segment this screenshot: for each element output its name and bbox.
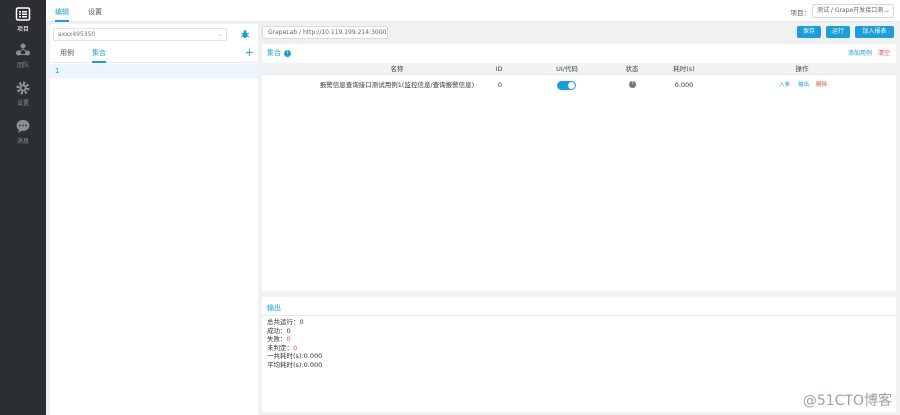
case-name-cell: 报警信息查询接口测试用例1(监控信息/查询报警信息) <box>319 81 475 89</box>
output-label: 一共耗时(s): <box>267 352 304 361</box>
tab-cases[interactable]: 用例 <box>60 48 74 63</box>
column-header-actions: 操作 <box>795 65 809 73</box>
add-report-button[interactable]: 加入报表 <box>855 26 894 38</box>
project-list-icon <box>15 7 31 21</box>
add-collection-button[interactable]: + <box>245 46 254 60</box>
environment-select[interactable]: GrapeLab / http://10.119.199.214:3000 ⌄ <box>262 26 388 39</box>
environment-select-value: GrapeLab / http://10.119.199.214:3000 <box>268 29 387 36</box>
divider <box>262 315 896 316</box>
sidebar: 项目 团队 设置 消息 <box>0 0 46 415</box>
output-label: 平均耗时(s): <box>267 360 304 369</box>
output-label: 失败： <box>267 335 287 344</box>
app-root: 项目 团队 设置 消息 编辑 设置 项目： 测试 / Grape开发接口测...… <box>0 0 900 415</box>
list-item[interactable]: 1 <box>50 64 258 78</box>
project-select[interactable]: 测试 / Grape开发接口测... ⌄ <box>812 4 894 18</box>
input-params-link[interactable]: 入参 <box>779 77 790 93</box>
ui-code-toggle[interactable] <box>557 81 576 90</box>
column-header-time: 耗时(s) <box>673 65 695 73</box>
output-value: 0 <box>293 343 298 352</box>
column-header-name: 名称 <box>390 65 404 73</box>
output-value: 0 <box>286 326 291 335</box>
info-icon[interactable]: i <box>284 49 291 57</box>
sidebar-item-team[interactable]: 团队 <box>0 42 46 78</box>
top-bar: 编辑 设置 项目： 测试 / Grape开发接口测... ⌄ <box>46 0 900 22</box>
gear-icon <box>16 81 30 95</box>
sidebar-item-label: 团队 <box>16 62 29 69</box>
sidebar-item-label: 设置 <box>16 100 29 107</box>
delete-link[interactable]: 删除 <box>816 77 827 93</box>
sidebar-item-project[interactable]: 项目 <box>0 6 46 42</box>
save-button[interactable]: 保存 <box>797 26 821 38</box>
column-header-status: 状态 <box>625 65 639 73</box>
project-select-value: 测试 / Grape开发接口测... <box>817 7 889 14</box>
output-line-success: 成功：0 <box>267 327 322 336</box>
tab-collections[interactable]: 集合 <box>92 48 106 63</box>
sidebar-item-messages[interactable]: 消息 <box>0 118 46 154</box>
output-label: 成功： <box>267 326 287 335</box>
column-header-id: ID <box>495 65 503 73</box>
output-line-avg-time: 平均耗时(s):0.000 <box>267 361 322 370</box>
output-value: 0.000 <box>303 352 323 361</box>
output-panel: 输出 总共运行：0 成功：0 失败：0 未判定：0 一共耗时(s):0.000 … <box>262 297 896 412</box>
tab-settings[interactable]: 设置 <box>88 0 102 22</box>
output-line-total-time: 一共耗时(s):0.000 <box>267 352 322 361</box>
bug-icon[interactable] <box>240 29 250 39</box>
run-button[interactable]: 运行 <box>826 26 850 38</box>
output-value: 0.000 <box>303 360 323 369</box>
output-label: 未判定： <box>267 343 293 352</box>
chevron-down-icon: ⌄ <box>884 7 890 14</box>
collection-title-text: 集合 <box>267 49 281 57</box>
sidebar-item-label: 项目 <box>16 26 29 33</box>
output-title: 输出 <box>267 304 281 312</box>
chevron-down-icon: ⌄ <box>217 31 223 38</box>
chevron-down-icon: ⌄ <box>378 29 384 36</box>
collection-panel: 集合 i 添加用例 清空 名称 ID UI/代码 状态 耗时(s) 操作 报警信息… <box>262 44 896 291</box>
case-select[interactable]: axxx495350 ⌄ <box>53 28 227 41</box>
sidebar-item-settings[interactable]: 设置 <box>0 80 46 116</box>
left-sub-tabs: 用例 集合 + <box>50 45 258 63</box>
team-icon <box>16 43 30 56</box>
add-case-link[interactable]: 添加用例 <box>848 48 872 57</box>
column-header-ui-code: UI/代码 <box>556 65 578 73</box>
output-line-failed: 失败：0 <box>267 335 322 344</box>
output-value: 0 <box>299 318 304 326</box>
output-summary: 总共运行：0 成功：0 失败：0 未判定：0 一共耗时(s):0.000 平均耗… <box>267 318 322 370</box>
output-label: 总共运行： <box>267 318 300 326</box>
sidebar-item-label: 消息 <box>16 138 29 145</box>
status-warning-icon: ! <box>629 81 636 88</box>
chat-bubble-icon <box>16 120 30 133</box>
output-value: 0 <box>286 335 291 344</box>
case-id-cell: 0 <box>497 81 503 89</box>
table-header: 名称 ID UI/代码 状态 耗时(s) 操作 <box>262 63 896 75</box>
project-label: 项目： <box>790 9 811 17</box>
case-select-value: axxx495350 <box>58 31 96 38</box>
clear-link[interactable]: 清空 <box>878 48 890 57</box>
collection-title: 集合 i <box>267 48 291 58</box>
tab-edit[interactable]: 编辑 <box>55 0 69 22</box>
watermark: @51CTO博客 <box>802 393 892 409</box>
output-link[interactable]: 输出 <box>798 77 809 93</box>
output-line-total: 总共运行：0 <box>267 318 322 327</box>
left-panel: axxx495350 ⌄ 用例 集合 + 1 <box>50 24 258 415</box>
table-row: 报警信息查询接口测试用例1(监控信息/查询报警信息) 0 ! 0.000 入参 … <box>262 77 896 93</box>
case-time-cell: 0.000 <box>674 81 694 89</box>
